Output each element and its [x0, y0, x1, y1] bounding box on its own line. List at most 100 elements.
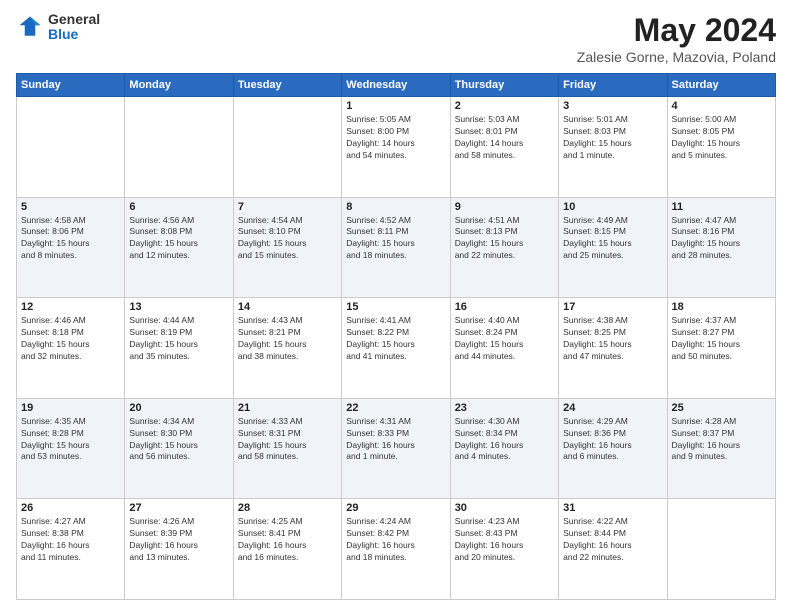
- day-number: 2: [455, 100, 554, 112]
- logo-general-text: General: [48, 12, 100, 27]
- day-info: Sunrise: 4:28 AM Sunset: 8:37 PM Dayligh…: [672, 416, 771, 464]
- table-row: 3 Sunrise: 5:01 AM Sunset: 8:03 PM Daylig…: [559, 97, 667, 198]
- table-row: 31 Sunrise: 4:22 AM Sunset: 8:44 PM Dayli…: [559, 499, 667, 600]
- col-tuesday: Tuesday: [233, 74, 341, 97]
- day-info: Sunrise: 4:26 AM Sunset: 8:39 PM Dayligh…: [129, 516, 228, 564]
- table-row: 24Sunrise: 4:29 AM Sunset: 8:36 PM Dayli…: [559, 398, 667, 499]
- table-row: 20 Sunrise: 4:34 AM Sunset: 8:30 PM Dayli…: [125, 398, 233, 499]
- day-info: Sunrise: 4:22 AM Sunset: 8:44 PM Dayligh…: [563, 516, 662, 564]
- day-number: 26: [21, 502, 120, 514]
- day-number: 14: [238, 301, 337, 313]
- col-monday: Monday: [125, 74, 233, 97]
- table-row: 29Sunrise: 4:24 AM Sunset: 8:42 PM Dayli…: [342, 499, 450, 600]
- day-number: 12: [21, 301, 120, 313]
- calendar-week-row: 12 Sunrise: 4:46 AM Sunset: 8:18 PM Dayli…: [17, 298, 776, 399]
- day-info: Sunrise: 4:37 AM Sunset: 8:27 PM Dayligh…: [672, 315, 771, 363]
- table-row: [233, 97, 341, 198]
- day-number: 22: [346, 402, 445, 414]
- col-sunday: Sunday: [17, 74, 125, 97]
- day-info: Sunrise: 4:33 AM Sunset: 8:31 PM Dayligh…: [238, 416, 337, 464]
- day-number: 1: [346, 100, 445, 112]
- day-info: Sunrise: 4:54 AM Sunset: 8:10 PM Dayligh…: [238, 215, 337, 263]
- day-number: 19: [21, 402, 120, 414]
- table-row: [125, 97, 233, 198]
- day-number: 20: [129, 402, 228, 414]
- logo-blue-text: Blue: [48, 27, 100, 42]
- day-number: 7: [238, 201, 337, 213]
- day-number: 13: [129, 301, 228, 313]
- day-info: Sunrise: 4:31 AM Sunset: 8:33 PM Dayligh…: [346, 416, 445, 464]
- day-info: Sunrise: 4:27 AM Sunset: 8:38 PM Dayligh…: [21, 516, 120, 564]
- day-info: Sunrise: 4:38 AM Sunset: 8:25 PM Dayligh…: [563, 315, 662, 363]
- day-info: Sunrise: 4:52 AM Sunset: 8:11 PM Dayligh…: [346, 215, 445, 263]
- day-number: 21: [238, 402, 337, 414]
- day-info: Sunrise: 4:29 AM Sunset: 8:36 PM Dayligh…: [563, 416, 662, 464]
- logo: General Blue: [16, 12, 100, 43]
- day-info: Sunrise: 4:44 AM Sunset: 8:19 PM Dayligh…: [129, 315, 228, 363]
- day-info: Sunrise: 5:01 AM Sunset: 8:03 PM Dayligh…: [563, 114, 662, 162]
- table-row: 14 Sunrise: 4:43 AM Sunset: 8:21 PM Dayli…: [233, 298, 341, 399]
- day-number: 27: [129, 502, 228, 514]
- logo-icon: [16, 13, 44, 41]
- table-row: [17, 97, 125, 198]
- calendar-table: Sunday Monday Tuesday Wednesday Thursday…: [16, 73, 776, 600]
- table-row: 7 Sunrise: 4:54 AM Sunset: 8:10 PM Daylig…: [233, 197, 341, 298]
- title-month: May 2024: [577, 12, 776, 49]
- table-row: 15Sunrise: 4:41 AM Sunset: 8:22 PM Dayli…: [342, 298, 450, 399]
- title-block: May 2024 Zalesie Gorne, Mazovia, Poland: [577, 12, 776, 65]
- logo-text: General Blue: [48, 12, 100, 43]
- day-number: 3: [563, 100, 662, 112]
- day-number: 8: [346, 201, 445, 213]
- table-row: 4Sunrise: 5:00 AM Sunset: 8:05 PM Daylig…: [667, 97, 775, 198]
- calendar-week-row: 19 Sunrise: 4:35 AM Sunset: 8:28 PM Dayli…: [17, 398, 776, 499]
- day-number: 31: [563, 502, 662, 514]
- calendar-week-row: 5Sunrise: 4:58 AM Sunset: 8:06 PM Daylig…: [17, 197, 776, 298]
- day-number: 25: [672, 402, 771, 414]
- calendar-header-row: Sunday Monday Tuesday Wednesday Thursday…: [17, 74, 776, 97]
- table-row: 25 Sunrise: 4:28 AM Sunset: 8:37 PM Dayli…: [667, 398, 775, 499]
- col-wednesday: Wednesday: [342, 74, 450, 97]
- title-location: Zalesie Gorne, Mazovia, Poland: [577, 49, 776, 65]
- table-row: 19 Sunrise: 4:35 AM Sunset: 8:28 PM Dayli…: [17, 398, 125, 499]
- day-number: 18: [672, 301, 771, 313]
- day-number: 30: [455, 502, 554, 514]
- table-row: 5Sunrise: 4:58 AM Sunset: 8:06 PM Daylig…: [17, 197, 125, 298]
- day-number: 10: [563, 201, 662, 213]
- day-info: Sunrise: 4:47 AM Sunset: 8:16 PM Dayligh…: [672, 215, 771, 263]
- day-number: 11: [672, 201, 771, 213]
- table-row: 12 Sunrise: 4:46 AM Sunset: 8:18 PM Dayli…: [17, 298, 125, 399]
- table-row: 8 Sunrise: 4:52 AM Sunset: 8:11 PM Daylig…: [342, 197, 450, 298]
- day-info: Sunrise: 4:49 AM Sunset: 8:15 PM Dayligh…: [563, 215, 662, 263]
- day-info: Sunrise: 4:56 AM Sunset: 8:08 PM Dayligh…: [129, 215, 228, 263]
- day-info: Sunrise: 4:58 AM Sunset: 8:06 PM Dayligh…: [21, 215, 120, 263]
- table-row: 18 Sunrise: 4:37 AM Sunset: 8:27 PM Dayli…: [667, 298, 775, 399]
- table-row: 27 Sunrise: 4:26 AM Sunset: 8:39 PM Dayli…: [125, 499, 233, 600]
- day-info: Sunrise: 4:41 AM Sunset: 8:22 PM Dayligh…: [346, 315, 445, 363]
- day-info: Sunrise: 4:35 AM Sunset: 8:28 PM Dayligh…: [21, 416, 120, 464]
- day-info: Sunrise: 4:23 AM Sunset: 8:43 PM Dayligh…: [455, 516, 554, 564]
- table-row: 30 Sunrise: 4:23 AM Sunset: 8:43 PM Dayli…: [450, 499, 558, 600]
- day-info: Sunrise: 4:46 AM Sunset: 8:18 PM Dayligh…: [21, 315, 120, 363]
- table-row: 28Sunrise: 4:25 AM Sunset: 8:41 PM Dayli…: [233, 499, 341, 600]
- calendar-week-row: 1Sunrise: 5:05 AM Sunset: 8:00 PM Daylig…: [17, 97, 776, 198]
- day-number: 17: [563, 301, 662, 313]
- day-info: Sunrise: 4:40 AM Sunset: 8:24 PM Dayligh…: [455, 315, 554, 363]
- col-saturday: Saturday: [667, 74, 775, 97]
- day-number: 16: [455, 301, 554, 313]
- table-row: 23Sunrise: 4:30 AM Sunset: 8:34 PM Dayli…: [450, 398, 558, 499]
- table-row: 22 Sunrise: 4:31 AM Sunset: 8:33 PM Dayli…: [342, 398, 450, 499]
- day-info: Sunrise: 4:43 AM Sunset: 8:21 PM Dayligh…: [238, 315, 337, 363]
- day-number: 4: [672, 100, 771, 112]
- calendar-week-row: 26 Sunrise: 4:27 AM Sunset: 8:38 PM Dayli…: [17, 499, 776, 600]
- table-row: [667, 499, 775, 600]
- day-number: 28: [238, 502, 337, 514]
- table-row: 11 Sunrise: 4:47 AM Sunset: 8:16 PM Dayli…: [667, 197, 775, 298]
- day-info: Sunrise: 4:24 AM Sunset: 8:42 PM Dayligh…: [346, 516, 445, 564]
- table-row: 21 Sunrise: 4:33 AM Sunset: 8:31 PM Dayli…: [233, 398, 341, 499]
- day-info: Sunrise: 4:34 AM Sunset: 8:30 PM Dayligh…: [129, 416, 228, 464]
- table-row: 10 Sunrise: 4:49 AM Sunset: 8:15 PM Dayli…: [559, 197, 667, 298]
- table-row: 17 Sunrise: 4:38 AM Sunset: 8:25 PM Dayli…: [559, 298, 667, 399]
- day-info: Sunrise: 5:03 AM Sunset: 8:01 PM Dayligh…: [455, 114, 554, 162]
- day-info: Sunrise: 4:30 AM Sunset: 8:34 PM Dayligh…: [455, 416, 554, 464]
- table-row: 6Sunrise: 4:56 AM Sunset: 8:08 PM Daylig…: [125, 197, 233, 298]
